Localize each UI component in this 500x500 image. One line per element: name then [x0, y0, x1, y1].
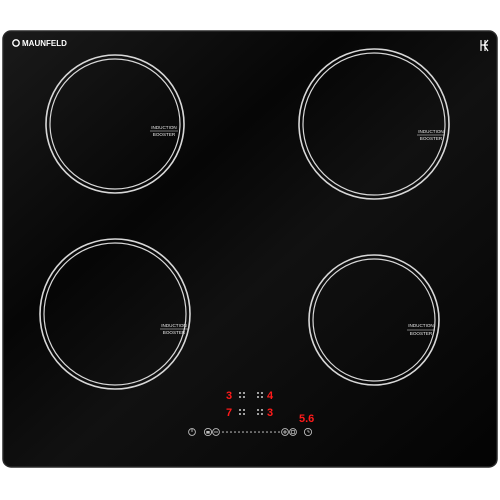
power-level-top-right: 4: [267, 390, 274, 402]
brand-name: MAUNFELD: [22, 39, 67, 48]
zone-label-booster: BOOSTER: [420, 136, 443, 141]
power-slider[interactable]: [222, 431, 280, 433]
zone-label-booster: BOOSTER: [153, 132, 176, 137]
zone-label-induction: INDUCTION: [161, 323, 187, 328]
power-level-bottom-right: 3: [267, 407, 273, 419]
power-level-top-left: 3: [226, 390, 232, 402]
zone-label-induction: INDUCTION: [408, 323, 434, 328]
zone-label-booster: BOOSTER: [410, 331, 433, 336]
zone-label-induction: INDUCTION: [151, 125, 177, 130]
power-level-bottom-left: 7: [226, 407, 232, 419]
zone-label-induction: INDUCTION: [418, 129, 444, 134]
timer-display: 5.6: [299, 413, 314, 425]
zone-label-booster: BOOSTER: [163, 330, 186, 335]
induction-hob: MAUNFELD INDUCTION BOOSTER INDUCTION BOO…: [2, 30, 498, 468]
